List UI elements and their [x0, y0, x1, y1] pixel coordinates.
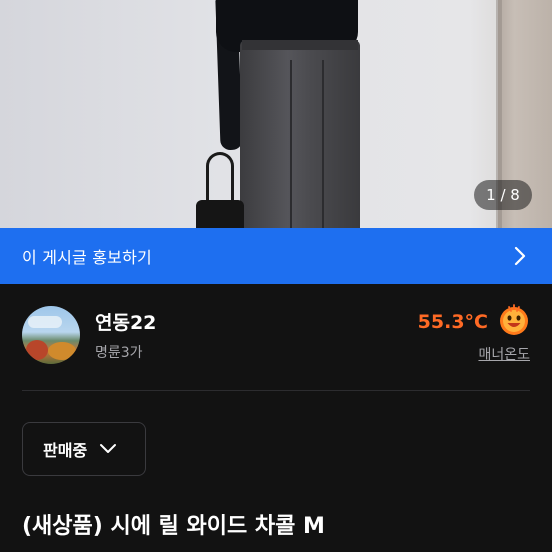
sale-status-dropdown[interactable]: 판매중 [22, 422, 146, 476]
avatar-cloud [28, 316, 62, 328]
product-photo[interactable]: 1 / 8 [0, 0, 552, 228]
photo-bag [196, 200, 244, 228]
seller-location: 명륜3가 [95, 345, 143, 361]
avatar[interactable] [22, 306, 80, 364]
chevron-down-icon [99, 440, 117, 459]
smiley-face-icon [498, 304, 530, 336]
section-divider [22, 390, 530, 391]
avatar-tree [48, 342, 76, 360]
chevron-right-icon [510, 246, 530, 266]
photo-pleat [290, 60, 292, 228]
photo-pleat [322, 60, 324, 228]
promote-post-label: 이 게시글 홍보하기 [22, 248, 152, 267]
promote-post-banner[interactable]: 이 게시글 홍보하기 [0, 228, 552, 284]
seller-profile[interactable]: 연동22 명륜3가 55.3°C 매너온도 [0, 284, 552, 390]
manner-temperature: 55.3°C [417, 311, 488, 333]
sale-status-label: 판매중 [43, 441, 88, 460]
product-title: (새상품) 시에 릴 와이드 차콜 M [22, 514, 325, 539]
photo-waistband [242, 40, 358, 50]
photo-pager: 1 / 8 [474, 180, 532, 210]
manner-temperature-link[interactable]: 매너온도 [478, 344, 530, 364]
photo-pants [240, 40, 360, 228]
avatar-tree [26, 340, 48, 360]
seller-name[interactable]: 연동22 [95, 308, 156, 335]
